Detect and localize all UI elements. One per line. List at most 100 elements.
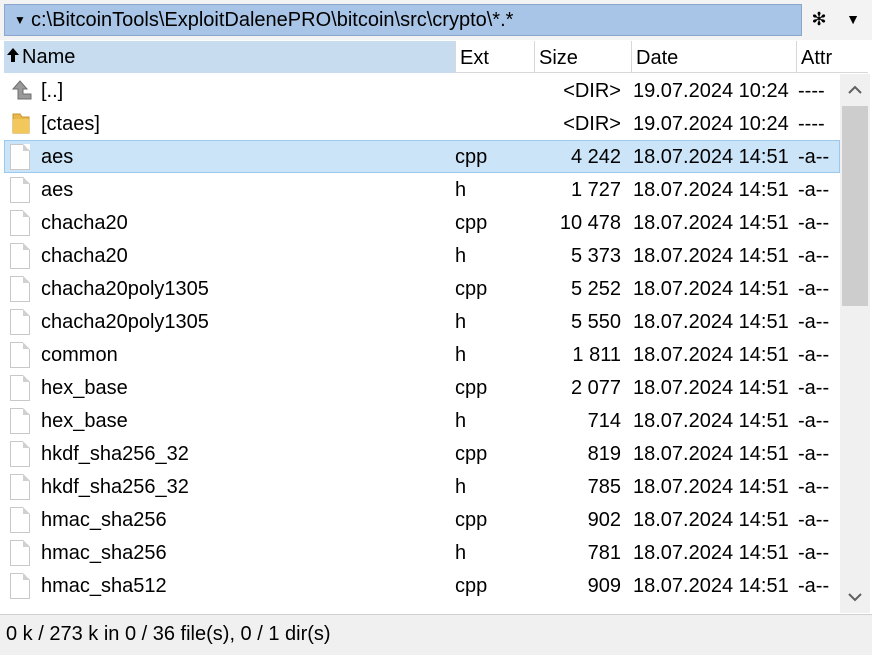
column-header-date[interactable]: Date xyxy=(632,41,797,73)
file-name: [..] xyxy=(41,80,64,102)
file-date: 18.07.2024 14:51 xyxy=(633,311,789,333)
sort-ascending-icon xyxy=(6,47,20,67)
file-row[interactable]: [..] <DIR> 19.07.2024 10:24 ---- xyxy=(4,74,840,107)
file-attr: ---- xyxy=(798,113,825,135)
file-ext: h xyxy=(455,179,467,201)
file-icon xyxy=(10,441,34,467)
file-icon xyxy=(10,540,34,566)
scrollbar-thumb[interactable] xyxy=(842,106,868,306)
file-name: hkdf_sha256_32 xyxy=(41,476,189,498)
file-ext: h xyxy=(455,410,467,432)
file-name: chacha20 xyxy=(41,212,128,234)
file-attr: -a-- xyxy=(798,443,830,465)
file-row[interactable]: hex_base h 714 18.07.2024 14:51 -a-- xyxy=(4,404,840,437)
column-header-size[interactable]: Size xyxy=(535,41,632,73)
file-row[interactable]: hmac_sha256 cpp 902 18.07.2024 14:51 -a-- xyxy=(4,503,840,536)
file-ext: h xyxy=(455,542,467,564)
file-icon xyxy=(10,474,34,500)
file-row[interactable]: aes h 1 727 18.07.2024 14:51 -a-- xyxy=(4,173,840,206)
file-name: hmac_sha512 xyxy=(41,575,167,597)
file-size: 5 373 xyxy=(570,245,621,267)
file-attr: -a-- xyxy=(798,509,830,531)
file-icon xyxy=(10,144,34,170)
file-attr: -a-- xyxy=(798,212,830,234)
favorites-star-icon[interactable]: ✻ xyxy=(808,8,830,30)
path-bar: ▼ c:\BitcoinTools\ExploitDalenePRO\bitco… xyxy=(0,0,872,40)
vertical-scrollbar[interactable] xyxy=(840,74,870,613)
file-name: chacha20poly1305 xyxy=(41,311,209,333)
file-attr: -a-- xyxy=(798,344,830,366)
file-date: 18.07.2024 14:51 xyxy=(633,509,789,531)
file-date: 18.07.2024 14:51 xyxy=(633,344,789,366)
file-ext: h xyxy=(455,476,467,498)
file-row[interactable]: hmac_sha256 h 781 18.07.2024 14:51 -a-- xyxy=(4,536,840,569)
file-date: 18.07.2024 14:51 xyxy=(633,179,789,201)
file-attr: -a-- xyxy=(798,311,830,333)
file-row[interactable]: chacha20 cpp 10 478 18.07.2024 14:51 -a-- xyxy=(4,206,840,239)
file-attr: -a-- xyxy=(798,476,830,498)
file-ext: cpp xyxy=(455,377,488,399)
file-attr: -a-- xyxy=(798,245,830,267)
scroll-up-icon[interactable] xyxy=(840,74,870,106)
current-path-box[interactable]: ▼ c:\BitcoinTools\ExploitDalenePRO\bitco… xyxy=(4,4,802,36)
file-row[interactable]: [ctaes] <DIR> 19.07.2024 10:24 ---- xyxy=(4,107,840,140)
file-row[interactable]: common h 1 811 18.07.2024 14:51 -a-- xyxy=(4,338,840,371)
file-size: 10 478 xyxy=(559,212,621,234)
file-name: common xyxy=(41,344,118,366)
file-attr: -a-- xyxy=(798,278,830,300)
file-size: 5 550 xyxy=(570,311,621,333)
file-icon xyxy=(10,177,34,203)
status-bar: 0 k / 273 k in 0 / 36 file(s), 0 / 1 dir… xyxy=(0,614,872,655)
file-size: 819 xyxy=(587,443,621,465)
history-dropdown-icon[interactable]: ▼ xyxy=(842,8,864,30)
file-date: 18.07.2024 14:51 xyxy=(633,410,789,432)
file-row[interactable]: hex_base cpp 2 077 18.07.2024 14:51 -a-- xyxy=(4,371,840,404)
file-name: [ctaes] xyxy=(41,113,100,135)
file-size: 1 811 xyxy=(572,344,621,366)
file-ext: h xyxy=(455,311,467,333)
file-date: 18.07.2024 14:51 xyxy=(633,476,789,498)
file-row[interactable]: hmac_sha512 cpp 909 18.07.2024 14:51 -a-- xyxy=(4,569,840,602)
file-row[interactable]: hkdf_sha256_32 h 785 18.07.2024 14:51 -a-- xyxy=(4,470,840,503)
file-name: hex_base xyxy=(41,377,128,399)
file-date: 18.07.2024 14:51 xyxy=(633,278,789,300)
file-size: 781 xyxy=(587,542,621,564)
file-name: hmac_sha256 xyxy=(41,509,167,531)
chevron-down-icon[interactable]: ▼ xyxy=(9,13,31,27)
file-ext: h xyxy=(455,344,467,366)
file-ext: cpp xyxy=(455,575,488,597)
file-size: 909 xyxy=(587,575,621,597)
file-name: hmac_sha256 xyxy=(41,542,167,564)
file-name: aes xyxy=(41,179,74,201)
file-attr: -a-- xyxy=(798,542,830,564)
file-icon xyxy=(10,243,34,269)
file-size: 1 727 xyxy=(570,179,621,201)
scroll-down-icon[interactable] xyxy=(840,581,870,613)
file-list[interactable]: [..] <DIR> 19.07.2024 10:24 ---- [ctaes] <DIR… xyxy=(4,74,840,613)
file-row[interactable]: chacha20poly1305 cpp 5 252 18.07.2024 14:51… xyxy=(4,272,840,305)
file-icon xyxy=(10,342,34,368)
file-icon xyxy=(10,276,34,302)
file-attr: -a-- xyxy=(798,410,830,432)
file-attr: -a-- xyxy=(798,146,830,168)
file-icon xyxy=(10,573,34,599)
column-header-ext[interactable]: Ext xyxy=(456,41,535,73)
file-attr: -a-- xyxy=(798,377,830,399)
file-row[interactable]: chacha20 h 5 373 18.07.2024 14:51 -a-- xyxy=(4,239,840,272)
column-header-attr[interactable]: Attr xyxy=(797,41,868,73)
file-date: 18.07.2024 14:51 xyxy=(633,146,789,168)
file-date: 18.07.2024 14:51 xyxy=(633,542,789,564)
file-size: 714 xyxy=(587,410,621,432)
file-ext: cpp xyxy=(455,278,488,300)
file-name: chacha20poly1305 xyxy=(41,278,209,300)
file-attr: ---- xyxy=(798,80,825,102)
file-icon xyxy=(10,309,34,335)
file-date: 18.07.2024 14:51 xyxy=(633,575,789,597)
file-ext: cpp xyxy=(455,509,488,531)
column-header-name[interactable]: Name xyxy=(4,41,456,73)
file-size: 902 xyxy=(587,509,621,531)
file-row[interactable]: chacha20poly1305 h 5 550 18.07.2024 14:51 -a… xyxy=(4,305,840,338)
file-row[interactable]: hkdf_sha256_32 cpp 819 18.07.2024 14:51 -a-- xyxy=(4,437,840,470)
file-row[interactable]: aes cpp 4 242 18.07.2024 14:51 -a-- xyxy=(4,140,840,173)
file-size: <DIR> xyxy=(563,113,621,135)
